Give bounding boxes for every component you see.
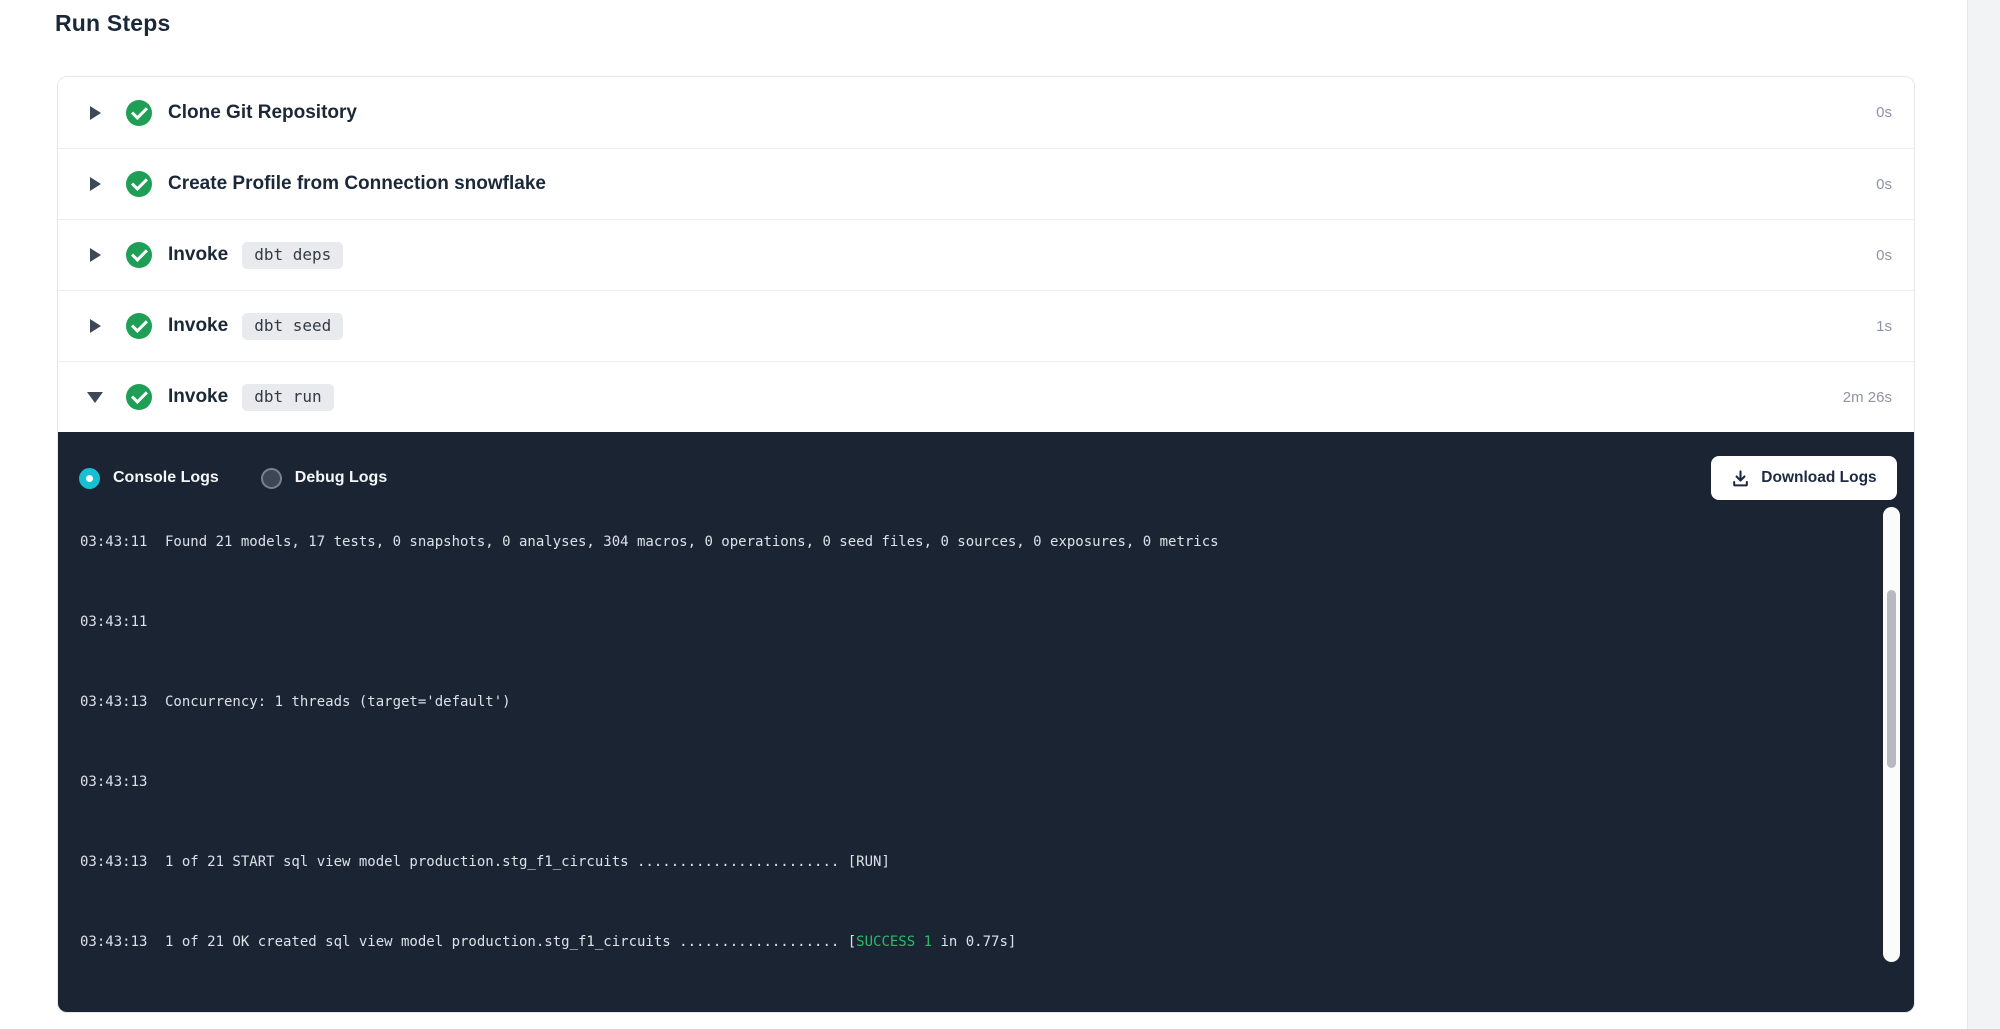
check-circle-icon bbox=[126, 313, 152, 339]
step-expander[interactable] bbox=[86, 319, 104, 333]
step-expander[interactable] bbox=[86, 106, 104, 120]
log-timestamp: 03:43:11 bbox=[80, 612, 165, 632]
console-log-panel: Console Logs Debug Logs Download Logs 03… bbox=[58, 432, 1914, 1013]
step-command-badge: dbt deps bbox=[242, 242, 343, 269]
step-label: Create Profile from Connection snowflake bbox=[168, 173, 546, 195]
log-line: 03:43:13 bbox=[80, 772, 1874, 792]
step-duration: 2m 26s bbox=[1843, 389, 1892, 406]
page-title: Run Steps bbox=[55, 10, 171, 37]
log-line: 03:43:131 of 21 START sql view model pro… bbox=[80, 852, 1874, 872]
run-steps-card: Clone Git Repository 0s Create Profile f… bbox=[57, 76, 1915, 1013]
check-circle-icon bbox=[126, 100, 152, 126]
step-expander[interactable] bbox=[86, 248, 104, 262]
caret-right-icon[interactable] bbox=[90, 106, 101, 120]
run-step-row[interactable]: Invoke dbt run 2m 26s bbox=[58, 361, 1914, 432]
log-message: 1 of 21 START sql view model production.… bbox=[165, 854, 890, 870]
log-timestamp: 03:43:11 bbox=[80, 532, 165, 552]
run-steps-list: Clone Git Repository 0s Create Profile f… bbox=[58, 77, 1914, 432]
log-line: 03:43:13Concurrency: 1 threads (target='… bbox=[80, 692, 1874, 712]
log-message: 1 of 21 OK created sql view model produc… bbox=[165, 934, 856, 950]
step-expander[interactable] bbox=[86, 392, 104, 403]
download-icon bbox=[1731, 469, 1750, 488]
caret-right-icon[interactable] bbox=[90, 248, 101, 262]
debug-logs-radio[interactable] bbox=[261, 468, 282, 489]
log-success-status: SUCCESS 1 bbox=[856, 934, 932, 950]
console-log-output: 03:43:11Found 21 models, 17 tests, 0 sna… bbox=[80, 500, 1874, 1000]
step-duration: 0s bbox=[1876, 104, 1892, 121]
log-message-suffix: in 0.77s] bbox=[932, 934, 1016, 950]
log-line: 03:43:11 bbox=[80, 612, 1874, 632]
caret-right-icon[interactable] bbox=[90, 177, 101, 191]
log-line: 03:43:131 of 21 OK created sql view mode… bbox=[80, 932, 1874, 952]
check-circle-icon bbox=[126, 171, 152, 197]
download-logs-label: Download Logs bbox=[1761, 469, 1876, 487]
caret-right-icon[interactable] bbox=[90, 319, 101, 333]
console-logs-radio[interactable] bbox=[79, 468, 100, 489]
log-timestamp: 03:43:13 bbox=[80, 932, 165, 952]
step-label: Clone Git Repository bbox=[168, 102, 357, 124]
check-circle-icon bbox=[126, 384, 152, 410]
log-timestamp: 03:43:13 bbox=[80, 852, 165, 872]
run-step-row[interactable]: Create Profile from Connection snowflake… bbox=[58, 148, 1914, 219]
step-label: Invoke bbox=[168, 315, 228, 337]
log-message: Concurrency: 1 threads (target='default'… bbox=[165, 694, 511, 710]
step-expander[interactable] bbox=[86, 177, 104, 191]
log-message: Found 21 models, 17 tests, 0 snapshots, … bbox=[165, 534, 1219, 550]
run-step-row[interactable]: Invoke dbt deps 0s bbox=[58, 219, 1914, 290]
page-right-gutter bbox=[1967, 0, 2000, 1029]
step-command-badge: dbt run bbox=[242, 384, 333, 411]
debug-logs-label[interactable]: Debug Logs bbox=[295, 469, 387, 487]
step-label: Invoke bbox=[168, 244, 228, 266]
step-duration: 0s bbox=[1876, 247, 1892, 264]
log-scrollbar-track[interactable] bbox=[1883, 507, 1900, 962]
download-logs-button[interactable]: Download Logs bbox=[1711, 456, 1897, 500]
log-timestamp: 03:43:13 bbox=[80, 692, 165, 712]
log-timestamp: 03:43:13 bbox=[80, 772, 165, 792]
run-step-row[interactable]: Invoke dbt seed 1s bbox=[58, 290, 1914, 361]
console-logs-label[interactable]: Console Logs bbox=[113, 469, 219, 487]
caret-down-icon[interactable] bbox=[87, 392, 103, 403]
step-label: Invoke bbox=[168, 386, 228, 408]
log-scrollbar-thumb[interactable] bbox=[1887, 590, 1896, 768]
check-circle-icon bbox=[126, 242, 152, 268]
step-duration: 1s bbox=[1876, 318, 1892, 335]
step-command-badge: dbt seed bbox=[242, 313, 343, 340]
log-line: 03:43:11Found 21 models, 17 tests, 0 sna… bbox=[80, 532, 1874, 552]
log-type-switcher: Console Logs Debug Logs bbox=[79, 456, 429, 500]
run-step-row[interactable]: Clone Git Repository 0s bbox=[58, 77, 1914, 148]
step-duration: 0s bbox=[1876, 176, 1892, 193]
